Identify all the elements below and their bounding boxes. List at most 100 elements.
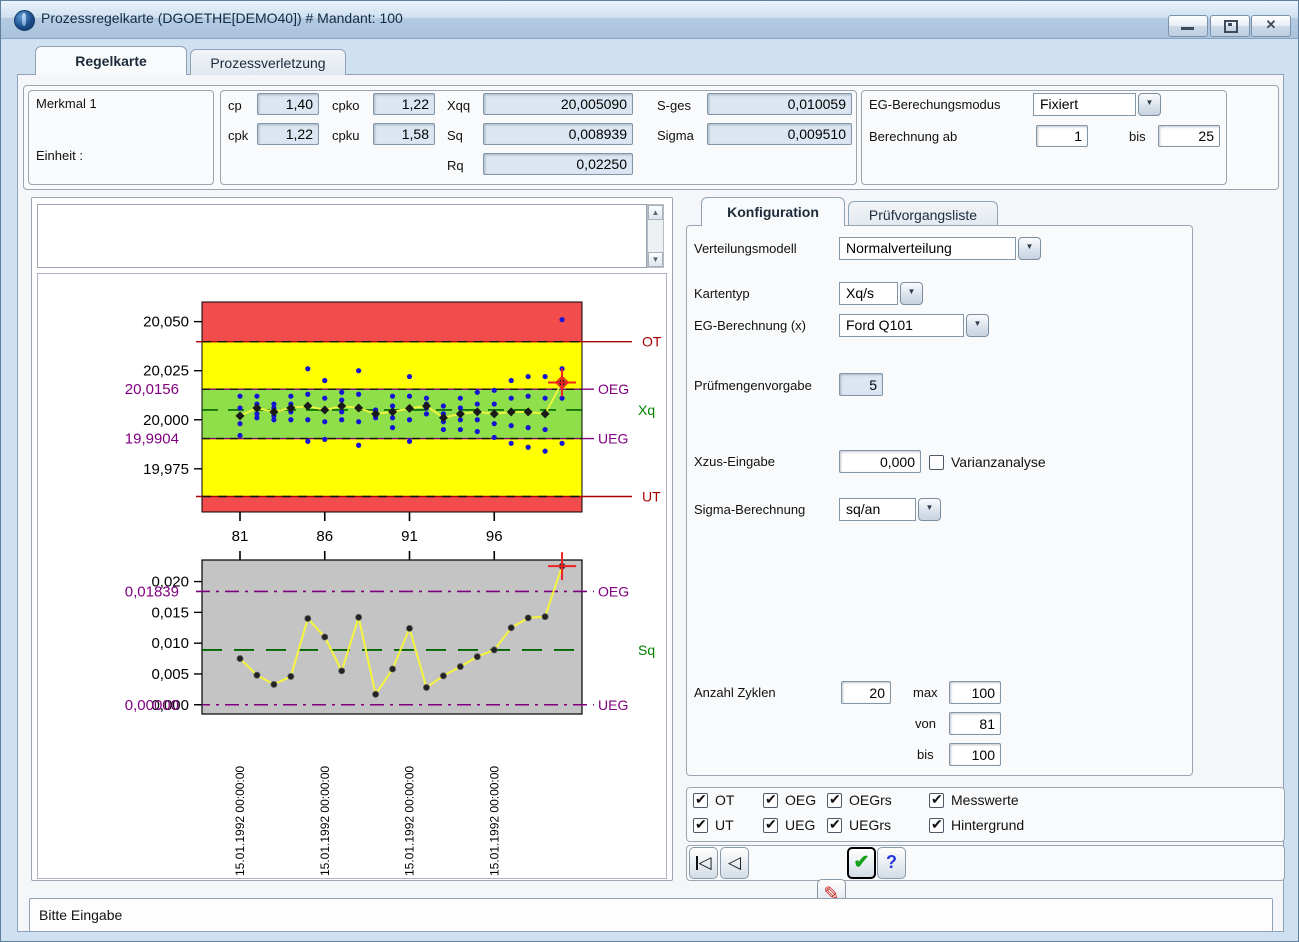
sigma-label: Sigma [657,128,694,143]
control-charts: OTOEGUEGUTXq20,05020,02520,00019,97520,0… [38,274,666,878]
maximize-button[interactable] [1210,15,1250,37]
toggle-label: OEGrs [849,792,892,808]
max-label: max [913,685,938,700]
toggle-oeg[interactable]: OEG [763,792,816,808]
svg-text:0,010: 0,010 [151,635,189,652]
status-text: Bitte Eingabe [39,907,122,923]
svg-text:0,01839: 0,01839 [125,583,179,600]
cpko-value[interactable] [373,93,435,115]
von-field[interactable] [949,712,1001,735]
toggle-ueg[interactable]: UEG [763,817,815,833]
checkbox-icon [763,793,778,808]
status-bar: Bitte Eingabe [29,898,1273,932]
cpku-label: cpku [332,128,359,143]
sigma-berechnung-arrow-icon[interactable] [918,498,941,521]
svg-text:15.01.1992 00:00:00: 15.01.1992 00:00:00 [403,766,417,876]
calc-to-field[interactable] [1158,125,1220,147]
toggle-messwerte[interactable]: Messwerte [929,792,1019,808]
xzus-label: Xzus-Eingabe [694,454,775,469]
checkbox-icon [693,793,708,808]
cpku-value[interactable] [373,123,435,145]
checkbox-icon [929,455,944,470]
bis-label: bis [917,747,934,762]
verteilungsmodell-label: Verteilungsmodell [694,241,797,256]
rq-value[interactable] [483,153,633,175]
window-titlebar: Prozessregelkarte (DGOETHE[DEMO40]) # Ma… [1,1,1298,39]
calc-to-label: bis [1129,129,1146,144]
checkbox-icon [827,793,842,808]
toggle-label: OT [715,792,734,808]
tab-konfiguration[interactable]: Konfiguration [701,197,845,226]
toggle-label: Hintergrund [951,817,1024,833]
minimize-button[interactable] [1168,15,1208,37]
eg-berechnung-value: Ford Q101 [839,314,964,337]
tab-pruefvorgangsliste[interactable]: Prüfvorgangsliste [848,201,998,227]
unit-label: Einheit : [36,148,83,163]
eg-berechnung-dropdown[interactable]: Ford Q101 [839,314,989,337]
bis-field[interactable] [949,743,1001,766]
minimize-icon [1181,27,1194,30]
toggle-hintergrund[interactable]: Hintergrund [929,817,1024,833]
cp-value[interactable] [257,93,319,115]
svg-text:OT: OT [642,334,662,350]
app-icon [14,10,35,31]
toolbar-box [686,845,1285,881]
svg-text:0,00000: 0,00000 [125,697,179,714]
cpk-value[interactable] [257,123,319,145]
varianzanalyse-checkbox[interactable]: Varianzanalyse [929,454,1046,470]
svg-text:20,000: 20,000 [143,412,189,429]
svg-text:15.01.1992 00:00:00: 15.01.1992 00:00:00 [233,766,247,876]
sges-value[interactable] [707,93,852,115]
xzus-field[interactable] [839,450,921,473]
sigma-berechnung-dropdown[interactable]: sq/an [839,498,941,521]
scroll-up-icon[interactable]: ▲ [648,205,663,220]
svg-text:UEG: UEG [598,697,628,713]
svg-text:Sq: Sq [638,642,655,658]
tab-regelkarte[interactable]: Regelkarte [35,46,187,75]
help-button[interactable]: ? [877,847,906,879]
anzahl-zyklen-field[interactable] [841,681,891,704]
kartentyp-dropdown[interactable]: Xq/s [839,282,923,305]
scroll-down-icon[interactable]: ▼ [648,252,663,267]
verteilungsmodell-arrow-icon[interactable] [1018,237,1041,260]
window-title: Prozessregelkarte (DGOETHE[DEMO40]) # Ma… [41,10,403,26]
toggle-uegrs[interactable]: UEGrs [827,817,891,833]
calc-from-label: Berechnung ab [869,129,957,144]
eg-mode-dropdown[interactable]: Fixiert [1033,93,1161,116]
violation-listbox[interactable] [37,204,647,268]
svg-text:Xq: Xq [638,402,655,418]
tab-prozessverletzung[interactable]: Prozessverletzung [190,49,346,75]
sigma-value[interactable] [707,123,852,145]
first-record-button[interactable]: ◁ [689,847,718,879]
max-field[interactable] [949,681,1001,704]
sq-value[interactable] [483,123,633,145]
calc-from-field[interactable] [1036,125,1088,147]
previous-record-button[interactable]: ◁ [720,847,749,879]
characteristic-name: Merkmal 1 [36,96,97,111]
toggle-label: Messwerte [951,792,1019,808]
sigma-berechnung-value: sq/an [839,498,916,521]
listbox-scrollbar[interactable]: ▲ ▼ [647,204,664,268]
eg-berechnung-arrow-icon[interactable] [966,314,989,337]
toggle-oegrs[interactable]: OEGrs [827,792,892,808]
cp-label: cp [228,98,242,113]
close-button[interactable] [1251,15,1291,37]
von-label: von [915,716,936,731]
toggle-ot[interactable]: OT [693,792,734,808]
svg-text:20,0156: 20,0156 [125,381,179,398]
xqq-label: Xqq [447,98,470,113]
ok-button[interactable]: ✔ [847,847,876,879]
close-icon [1252,17,1290,33]
xqq-value[interactable] [483,93,633,115]
checkbox-icon [929,818,944,833]
eg-mode-dropdown-arrow-icon[interactable] [1138,93,1161,116]
toggle-label: UT [715,817,734,833]
pruefmenge-field[interactable] [839,373,883,396]
svg-text:91: 91 [401,528,418,545]
verteilungsmodell-dropdown[interactable]: Normalverteilung [839,237,1041,260]
application-window: Prozessregelkarte (DGOETHE[DEMO40]) # Ma… [0,0,1299,942]
toggle-ut[interactable]: UT [693,817,734,833]
svg-text:OEG: OEG [598,381,629,397]
svg-text:96: 96 [486,528,503,545]
kartentyp-arrow-icon[interactable] [900,282,923,305]
